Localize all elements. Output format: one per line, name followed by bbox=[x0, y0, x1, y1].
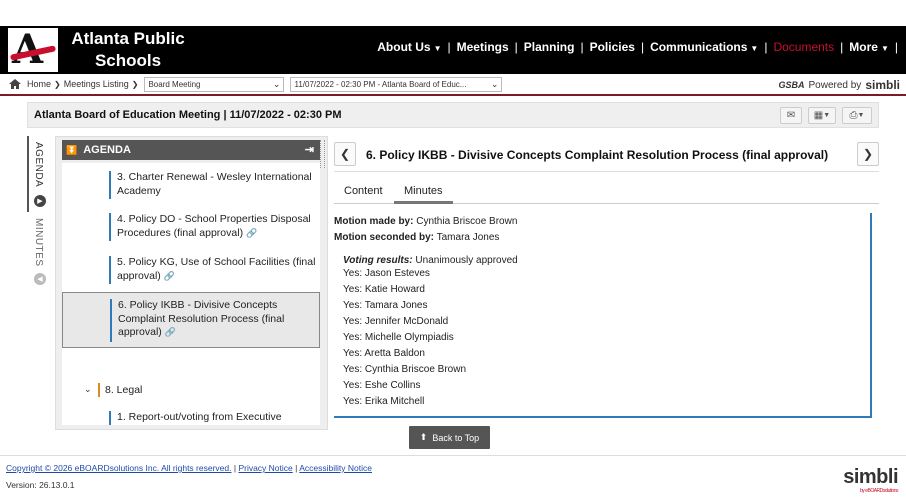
meeting-title: Atlanta Board of Education Meeting | 11/… bbox=[34, 109, 342, 121]
vote-entry: Yes: Cynthia Briscoe Brown bbox=[343, 364, 467, 375]
active-tab-indicator bbox=[27, 136, 29, 212]
nav-planning[interactable]: Planning bbox=[518, 40, 581, 54]
agenda-section-legal[interactable]: ⌄ 8. Legal bbox=[62, 382, 320, 400]
footer-links: Copyright © 2026 eBOARDsolutions Inc. Al… bbox=[6, 463, 372, 473]
nav-policies[interactable]: Policies bbox=[584, 40, 641, 54]
nav-more[interactable]: More ▼ bbox=[843, 40, 895, 54]
footer-divider bbox=[0, 455, 906, 456]
chevron-down-icon: ▼ bbox=[857, 112, 865, 119]
minutes-content: Motion made by: Cynthia Briscoe Brown Mo… bbox=[334, 213, 872, 418]
vtab-agenda[interactable]: AGENDA bbox=[33, 142, 44, 187]
calendar-icon: ▦ bbox=[813, 110, 824, 121]
chevron-right-icon: ❯ bbox=[54, 79, 61, 89]
meeting-date-select[interactable]: 11/07/2022 - 02:30 PM - Atlanta Board of… bbox=[290, 76, 503, 92]
voting-results: Voting results: Unanimously approved bbox=[343, 255, 518, 266]
vtab-minutes[interactable]: MINUTES bbox=[33, 218, 44, 267]
panel-resize-handle[interactable] bbox=[320, 140, 325, 168]
vote-entry: Yes: Jennifer McDonald bbox=[343, 316, 449, 327]
accessibility-notice-link[interactable]: Accessibility Notice bbox=[299, 463, 372, 473]
chevron-down-icon: ▼ bbox=[823, 112, 831, 119]
vote-entry: Yes: Aretta Baldon bbox=[343, 348, 425, 359]
vote-entry: Yes: Eshe Collins bbox=[343, 380, 421, 391]
vote-entry: Yes: Katie Howard bbox=[343, 284, 425, 295]
agenda-item-selected[interactable]: 6. Policy IKBB - Divisive Concepts Compl… bbox=[62, 292, 320, 348]
meeting-type-select[interactable]: Board Meeting ⌄ bbox=[144, 76, 285, 92]
next-item-button[interactable]: ❯ bbox=[857, 142, 879, 166]
chevron-down-icon: ⌄ bbox=[272, 78, 281, 89]
nav-meetings[interactable]: Meetings bbox=[451, 40, 515, 54]
attachment-icon[interactable]: 🔗 bbox=[165, 327, 176, 337]
agenda-item[interactable]: 3. Charter Renewal - Wesley Internationa… bbox=[62, 171, 320, 201]
vote-entry: Yes: Jason Esteves bbox=[343, 268, 430, 279]
back-to-top-button[interactable]: ⬆ Back to Top bbox=[409, 426, 490, 449]
site-title[interactable]: Atlanta Public Schools bbox=[66, 28, 190, 72]
vote-entry: Yes: Erika Mitchell bbox=[343, 396, 425, 407]
tab-content[interactable]: Content bbox=[334, 184, 393, 204]
aps-logo[interactable]: A bbox=[8, 28, 58, 72]
detail-tabs: Content Minutes bbox=[334, 182, 879, 204]
motion-seconded: Motion seconded by: Tamara Jones bbox=[334, 232, 500, 243]
printer-icon: ⎙ bbox=[849, 110, 858, 121]
agenda-item[interactable]: 4. Policy DO - School Properties Disposa… bbox=[62, 213, 320, 243]
collapse-panel-icon[interactable]: ⇥ bbox=[305, 143, 314, 156]
agenda-list: 3. Charter Renewal - Wesley Internationa… bbox=[62, 163, 320, 425]
breadcrumb-home[interactable]: Home bbox=[27, 79, 51, 89]
arrow-left-icon[interactable]: ◀ bbox=[34, 273, 46, 285]
breadcrumb: Home ❯ Meetings Listing ❯ Board Meeting … bbox=[0, 74, 906, 96]
vertical-tab-strip: AGENDA ▶ MINUTES ◀ bbox=[27, 136, 53, 286]
tab-minutes[interactable]: Minutes bbox=[394, 184, 453, 204]
powered-by[interactable]: GSBA Powered by simbli bbox=[778, 78, 900, 92]
collapse-all-icon[interactable]: ⏬ bbox=[66, 145, 77, 156]
breadcrumb-meetings-listing[interactable]: Meetings Listing bbox=[64, 79, 129, 89]
nav-documents[interactable]: Documents bbox=[767, 40, 840, 54]
item-title: 6. Policy IKBB - Divisive Concepts Compl… bbox=[366, 148, 829, 162]
chevron-right-icon: ❯ bbox=[131, 79, 139, 89]
vote-entry: Yes: Tamara Jones bbox=[343, 300, 428, 311]
gsba-logo: GSBA bbox=[778, 80, 805, 90]
nav-communications[interactable]: Communications ▼ bbox=[644, 40, 764, 54]
email-button[interactable]: ✉ bbox=[780, 107, 802, 124]
arrow-up-icon: ⬆ bbox=[419, 432, 428, 442]
agenda-panel: ⏬ AGENDA ⇥ 3. Charter Renewal - Wesley I… bbox=[55, 136, 328, 430]
arrow-right-icon[interactable]: ▶ bbox=[34, 195, 46, 207]
home-icon[interactable] bbox=[9, 79, 21, 89]
chevron-down-icon: ▼ bbox=[433, 44, 442, 53]
simbli-logo: simbli bbox=[865, 78, 900, 92]
version-text: Version: 26.13.0.1 bbox=[6, 480, 75, 490]
chevron-down-icon: ▼ bbox=[880, 44, 889, 53]
chevron-right-icon: ❯ bbox=[862, 147, 874, 161]
chevron-down-icon: ⌄ bbox=[490, 78, 499, 89]
motion-made: Motion made by: Cynthia Briscoe Brown bbox=[334, 216, 518, 227]
nav-about-us[interactable]: About Us ▼ bbox=[371, 40, 447, 54]
copyright-link[interactable]: Copyright © 2026 eBOARDsolutions Inc. Al… bbox=[6, 463, 231, 473]
chevron-down-icon[interactable]: ⌄ bbox=[84, 384, 92, 395]
meeting-title-bar: Atlanta Board of Education Meeting | 11/… bbox=[27, 102, 879, 128]
vote-entry: Yes: Michelle Olympiadis bbox=[343, 332, 454, 343]
print-button[interactable]: ⎙ ▼ bbox=[842, 107, 872, 124]
main-nav: About Us ▼ | Meetings | Planning | Polici… bbox=[371, 40, 898, 54]
calendar-button[interactable]: ▦ ▼ bbox=[808, 107, 836, 124]
item-detail-header: ❮ 6. Policy IKBB - Divisive Concepts Com… bbox=[334, 140, 879, 172]
simbli-footer-logo: simbli by eBOARDsolutions bbox=[843, 466, 898, 494]
envelope-icon: ✉ bbox=[786, 110, 796, 121]
chevron-down-icon: ▼ bbox=[750, 44, 759, 53]
agenda-item[interactable]: 1. Report-out/voting from Executive Sess… bbox=[62, 411, 320, 425]
chevron-left-icon: ❮ bbox=[339, 147, 351, 161]
agenda-header: ⏬ AGENDA ⇥ bbox=[62, 140, 320, 160]
previous-item-button[interactable]: ❮ bbox=[334, 142, 356, 166]
attachment-icon[interactable]: 🔗 bbox=[246, 228, 257, 238]
agenda-item[interactable]: 5. Policy KG, Use of School Facilities (… bbox=[62, 256, 320, 286]
privacy-notice-link[interactable]: Privacy Notice bbox=[238, 463, 292, 473]
attachment-icon[interactable]: 🔗 bbox=[164, 271, 175, 281]
